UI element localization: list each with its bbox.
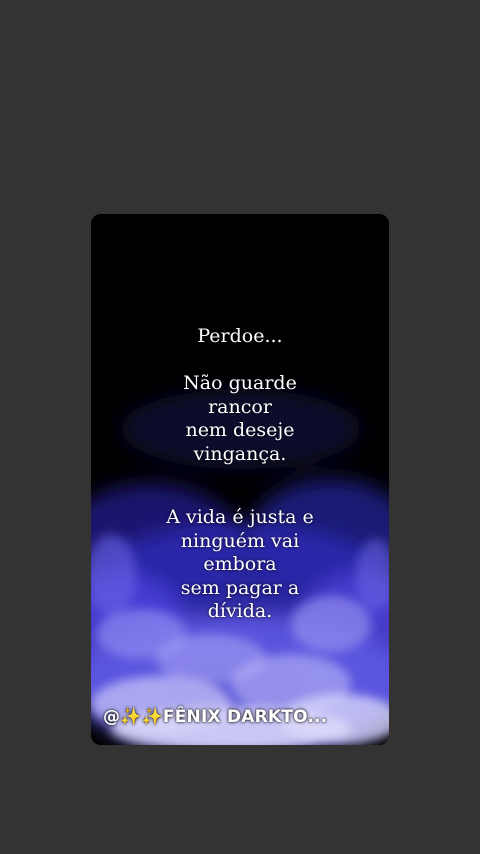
quote-line: ninguém vai (180, 529, 300, 552)
quote-line: embora (203, 553, 277, 575)
quote-line: vingança. (193, 442, 287, 465)
story-card[interactable]: Perdoe... Não guarde rancor nem deseje v… (91, 214, 389, 745)
quote-line: Não guarde (183, 372, 297, 394)
quote-title: Perdoe... (197, 325, 283, 347)
quote-paragraph-1: Não guarde rancor nem deseje vingança. (91, 372, 389, 466)
quote-line: A vida é justa e (166, 506, 314, 528)
purple-smoke-background (91, 214, 389, 745)
quote-line: nem deseje (185, 419, 295, 441)
quote-line: rancor (208, 395, 272, 418)
quote-paragraph-2: A vida é justa e ninguém vai embora sem … (91, 506, 389, 624)
quote-line: sem pagar a (180, 576, 300, 599)
username-watermark[interactable]: @✨✨FÊNIX DARKTO... (103, 707, 327, 727)
quote-line: dívida. (207, 600, 273, 622)
